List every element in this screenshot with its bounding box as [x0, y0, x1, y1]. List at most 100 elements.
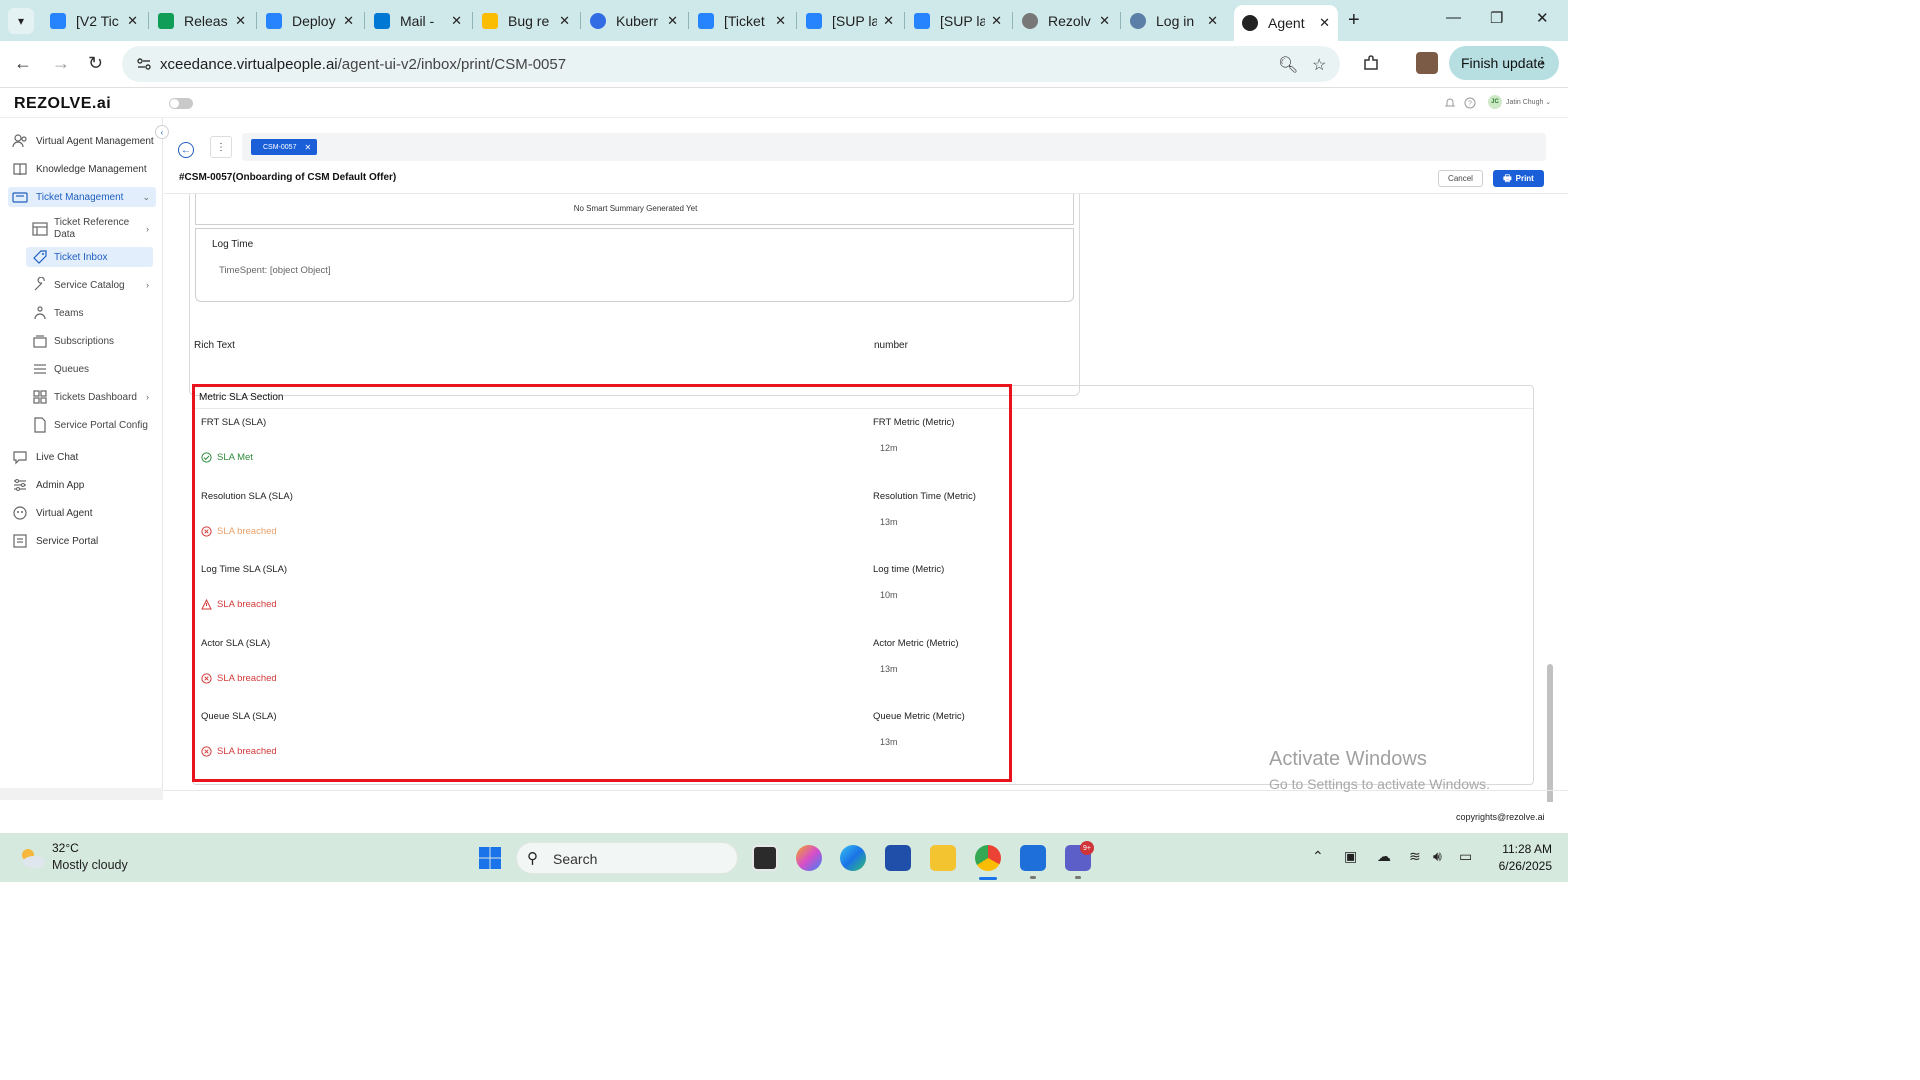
minimize-icon[interactable]: — — [1446, 9, 1461, 26]
close-icon[interactable]: ✕ — [991, 13, 1002, 29]
task-view-icon[interactable] — [752, 845, 778, 871]
weather-description[interactable]: Mostly cloudy — [52, 858, 128, 872]
browser-toolbar: ← → ↻ xceedance.virtualpeople.ai/agent-u… — [0, 41, 1568, 88]
browser-tab[interactable]: [Ticket ✕ — [690, 5, 794, 36]
onedrive-icon[interactable]: ☁ — [1377, 848, 1391, 865]
dashboard-icon — [33, 390, 47, 404]
sidebar-item-queues[interactable]: Queues — [26, 359, 153, 379]
window-close-icon[interactable]: ✕ — [1536, 9, 1549, 27]
browser-tab[interactable]: Releas ✕ — [150, 5, 254, 36]
sidebar-item-ticket-inbox[interactable]: Ticket Inbox — [26, 247, 153, 267]
avatar[interactable]: JC — [1488, 95, 1502, 109]
extensions-icon[interactable] — [1362, 54, 1380, 72]
close-icon[interactable]: ✕ — [883, 13, 894, 29]
bell-icon[interactable] — [1444, 97, 1456, 109]
browser-tab-bar: ▾ [V2 Tic ✕ Releas ✕ Deploy ✕ Mail - ✕ B… — [0, 0, 1568, 41]
chevron-down-icon[interactable]: ⌄ — [142, 192, 150, 203]
browser-tab[interactable]: Log in ✕ — [1122, 5, 1226, 36]
close-icon[interactable]: ✕ — [775, 13, 786, 29]
tab-search-icon[interactable]: ▾ — [8, 8, 34, 34]
back-button[interactable]: ← — [178, 142, 194, 158]
browser-tab[interactable]: [SUP la ✕ — [798, 5, 902, 36]
list-icon — [34, 364, 46, 374]
address-bar[interactable]: xceedance.virtualpeople.ai/agent-ui-v2/i… — [122, 46, 1340, 82]
theme-toggle[interactable] — [169, 98, 193, 109]
cancel-button[interactable]: Cancel — [1438, 170, 1483, 187]
site-settings-icon[interactable] — [136, 56, 152, 72]
sidebar-item-ticket-management[interactable]: Ticket Management ⌄ — [8, 187, 156, 207]
user-name[interactable]: Jatin Chugh ⌄ — [1506, 98, 1551, 106]
new-tab-icon[interactable]: + — [1348, 9, 1360, 32]
restore-icon[interactable]: ❐ — [1490, 9, 1503, 27]
chevron-right-icon[interactable]: › — [146, 280, 149, 290]
sidebar-item-knowledge-management[interactable]: Knowledge Management — [8, 159, 156, 179]
sidebar-item-tickets-dashboard[interactable]: Tickets Dashboard › — [26, 387, 153, 407]
browser-tab[interactable]: Rezolv ✕ — [1014, 5, 1118, 36]
reload-icon[interactable]: ↻ — [88, 53, 103, 74]
sidebar-item-teams[interactable]: Teams — [26, 303, 153, 323]
profile-avatar[interactable] — [1416, 52, 1438, 74]
sidebar-item-virtual-agent-management[interactable]: Virtual Agent Management — [8, 131, 156, 151]
sidebar-item-ticket-reference-data[interactable]: Ticket Reference Data › — [26, 216, 153, 242]
close-icon[interactable]: ✕ — [559, 13, 570, 29]
more-options-button[interactable]: ⋮ — [210, 136, 232, 158]
scrollbar[interactable] — [1547, 664, 1553, 802]
log-time-title: Log Time — [212, 239, 254, 250]
sidebar-item-admin-app[interactable]: Admin App — [8, 475, 156, 495]
browser-tab[interactable]: Kuberr ✕ — [582, 5, 686, 36]
more-vert-icon[interactable]: ⋮ — [1535, 54, 1549, 71]
back-arrow-icon[interactable]: ← — [14, 53, 32, 74]
drive-icon — [482, 12, 498, 29]
close-icon[interactable]: ✕ — [451, 13, 462, 29]
sidebar-item-service-catalog[interactable]: Service Catalog › — [26, 275, 153, 295]
close-icon[interactable]: ✕ — [343, 13, 354, 29]
sidebar-item-live-chat[interactable]: Live Chat — [8, 447, 156, 467]
close-icon[interactable]: ✕ — [304, 143, 311, 152]
browser-tab[interactable]: Mail - ✕ — [366, 5, 470, 36]
notepad-icon[interactable] — [1020, 845, 1046, 871]
print-button[interactable]: 🖶︎ Print — [1493, 170, 1544, 187]
sidebar-item-virtual-agent[interactable]: Virtual Agent — [8, 503, 156, 523]
help-icon[interactable]: ? — [1464, 97, 1476, 109]
close-icon[interactable]: ✕ — [235, 13, 246, 29]
browser-tab[interactable]: Bug re ✕ — [474, 5, 578, 36]
close-icon[interactable]: ✕ — [1099, 13, 1110, 29]
finish-update-button[interactable]: Finish update ⋮ — [1449, 46, 1559, 80]
browser-tab[interactable]: Deploy ✕ — [258, 5, 362, 36]
wifi-icon[interactable]: ≋ — [1409, 848, 1421, 865]
browser-tab-active[interactable]: Agent ✕ — [1234, 5, 1338, 41]
close-icon[interactable]: ✕ — [127, 13, 138, 29]
edge-icon[interactable] — [840, 845, 866, 871]
partly-cloudy-icon[interactable] — [18, 846, 46, 870]
taskbar-search[interactable]: ⚲ Search — [516, 842, 738, 874]
bookmark-star-icon[interactable]: ☆ — [1312, 55, 1326, 75]
url-text[interactable]: xceedance.virtualpeople.ai/agent-ui-v2/i… — [160, 56, 566, 73]
battery-icon[interactable]: ▭ — [1459, 848, 1472, 865]
file-explorer-icon[interactable] — [930, 845, 956, 871]
close-icon[interactable]: ✕ — [1207, 13, 1218, 29]
device-icon[interactable]: ▣ — [1344, 848, 1357, 865]
chevron-right-icon[interactable]: › — [146, 224, 149, 234]
clock-time[interactable]: 11:28 AM — [1494, 842, 1552, 856]
copilot-icon[interactable] — [796, 845, 822, 871]
print-preview[interactable]: No Smart Summary Generated Yet Log Time … — [164, 194, 1568, 802]
zoom-icon[interactable]: 🔍︎ — [1278, 55, 1298, 75]
ticket-tab[interactable]: CSM-0057 ✕ — [251, 139, 318, 155]
windows-start-icon[interactable] — [478, 846, 502, 870]
chevron-up-icon[interactable]: ⌃ — [1312, 848, 1324, 865]
sidebar-item-service-portal-config[interactable]: Service Portal Config — [26, 415, 153, 435]
forward-arrow-icon[interactable]: → — [52, 53, 70, 74]
browser-tab[interactable]: [V2 Tic ✕ — [42, 5, 146, 36]
chevron-right-icon[interactable]: › — [146, 392, 149, 402]
tab-separator — [1012, 12, 1013, 29]
volume-icon[interactable]: 🔊︎ — [1433, 848, 1442, 865]
sidebar-item-subscriptions[interactable]: Subscriptions — [26, 331, 153, 351]
close-icon[interactable]: ✕ — [1319, 15, 1330, 31]
close-icon[interactable]: ✕ — [667, 13, 678, 29]
sidebar-item-service-portal[interactable]: Service Portal — [8, 531, 156, 551]
chrome-icon[interactable] — [975, 845, 1001, 871]
browser-tab[interactable]: [SUP la ✕ — [906, 5, 1010, 36]
weather-temperature[interactable]: 32°C — [52, 841, 79, 855]
store-icon[interactable] — [885, 845, 911, 871]
clock-date[interactable]: 6/26/2025 — [1486, 859, 1552, 873]
